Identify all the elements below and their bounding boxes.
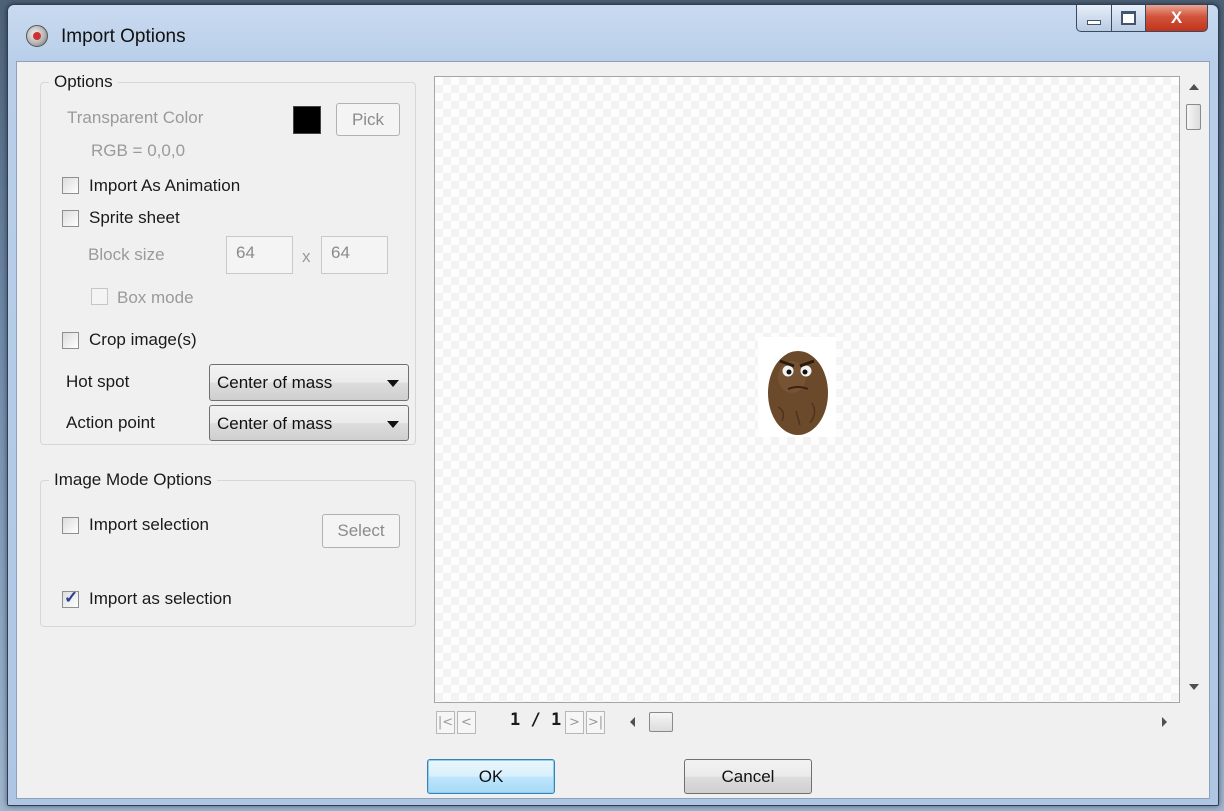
minimize-button[interactable]: [1076, 5, 1112, 32]
action-point-label: Action point: [66, 413, 155, 432]
last-frame-button[interactable]: >|: [586, 711, 605, 734]
scroll-down-icon[interactable]: [1189, 684, 1199, 690]
crop-images-checkbox[interactable]: [62, 332, 79, 349]
image-mode-group-title: Image Mode Options: [49, 470, 217, 490]
scroll-right-icon[interactable]: [1162, 717, 1167, 727]
action-point-value: Center of mass: [217, 414, 333, 433]
import-as-animation-checkbox[interactable]: [62, 177, 79, 194]
horizontal-scroll-thumb[interactable]: [649, 712, 673, 732]
chevron-down-icon: [387, 380, 399, 387]
options-group: Options Transparent Color Pick RGB = 0,0…: [40, 72, 416, 445]
ok-button[interactable]: OK: [427, 759, 555, 794]
window-title: Import Options: [61, 26, 186, 47]
sprite-sheet-checkbox[interactable]: [62, 210, 79, 227]
scroll-left-icon[interactable]: [630, 717, 635, 727]
import-options-dialog: Import Options X Options Transparent Col…: [7, 4, 1219, 806]
block-width-input[interactable]: 64: [226, 236, 293, 274]
import-selection-checkbox[interactable]: [62, 517, 79, 534]
previous-frame-button[interactable]: <: [457, 711, 476, 734]
import-as-selection-checkbox[interactable]: [62, 588, 79, 608]
frame-navigation-bar: |< < 1 / 1 > >|: [434, 708, 1180, 738]
app-icon: [26, 25, 48, 47]
options-group-title: Options: [49, 72, 118, 92]
import-as-animation-label[interactable]: Import As Animation: [89, 176, 240, 196]
crop-images-label[interactable]: Crop image(s): [89, 330, 197, 350]
pick-button[interactable]: Pick: [336, 103, 400, 136]
chevron-down-icon: [387, 421, 399, 428]
maximize-button[interactable]: [1112, 5, 1146, 32]
hot-spot-select[interactable]: Center of mass: [209, 364, 409, 401]
caption-buttons: X: [1076, 5, 1208, 33]
block-size-separator: x: [302, 247, 311, 266]
preview-horizontal-scrollbar[interactable]: [626, 710, 1171, 734]
image-mode-options-group: Image Mode Options Import selection Sele…: [40, 470, 416, 627]
block-height-input[interactable]: 64: [321, 236, 388, 274]
block-size-label: Block size: [88, 245, 165, 264]
next-frame-button[interactable]: >: [565, 711, 584, 734]
sprite-right-pupil: [802, 369, 808, 375]
select-button[interactable]: Select: [322, 514, 400, 548]
frame-counter: 1 / 1: [510, 710, 562, 730]
transparent-color-swatch[interactable]: [293, 106, 321, 134]
dialog-client-area: Options Transparent Color Pick RGB = 0,0…: [16, 61, 1210, 799]
box-mode-checkbox[interactable]: [91, 288, 108, 305]
maximize-icon: [1121, 11, 1136, 25]
hot-spot-label: Hot spot: [66, 372, 130, 391]
hot-spot-value: Center of mass: [217, 373, 333, 392]
cancel-button[interactable]: Cancel: [684, 759, 812, 794]
close-icon: X: [1170, 8, 1183, 27]
rgb-value-text: RGB = 0,0,0: [91, 141, 186, 160]
preview-vertical-scrollbar[interactable]: [1183, 76, 1205, 703]
import-selection-label[interactable]: Import selection: [89, 515, 209, 535]
sprite-sheet-label[interactable]: Sprite sheet: [89, 208, 180, 228]
import-as-selection-label[interactable]: Import as selection: [89, 589, 232, 609]
minimize-icon: [1087, 19, 1101, 25]
transparent-color-label: Transparent Color: [67, 108, 204, 127]
scroll-up-icon[interactable]: [1189, 84, 1199, 90]
sprite-preview-image: [758, 337, 836, 437]
first-frame-button[interactable]: |<: [436, 711, 455, 734]
action-point-select[interactable]: Center of mass: [209, 405, 409, 441]
vertical-scroll-thumb[interactable]: [1186, 104, 1201, 130]
title-bar[interactable]: Import Options X: [8, 5, 1218, 61]
box-mode-label[interactable]: Box mode: [117, 288, 194, 308]
close-button[interactable]: X: [1146, 5, 1208, 32]
sprite-left-pupil: [786, 369, 792, 375]
